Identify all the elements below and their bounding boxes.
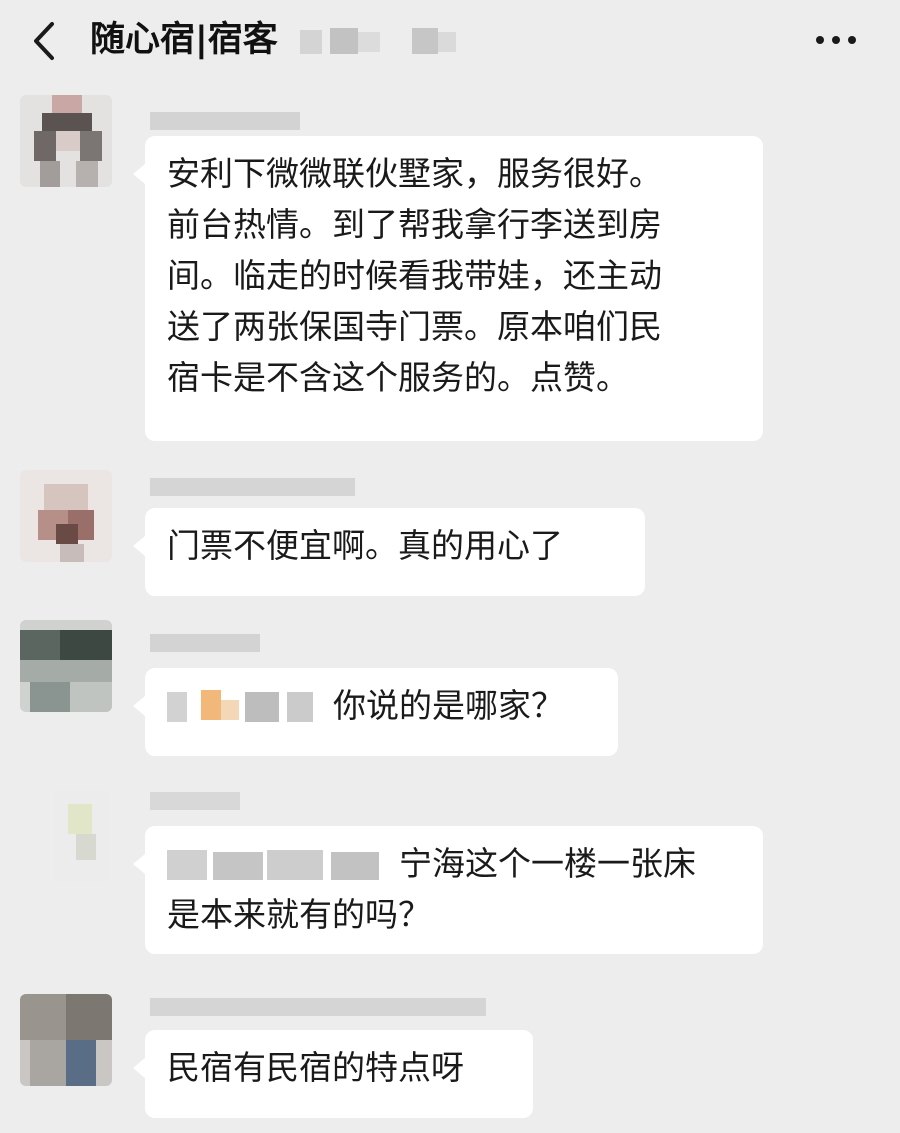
avatar-image bbox=[20, 994, 112, 1086]
chat-title: 随心宿|宿客 bbox=[90, 20, 278, 60]
mention-blurred bbox=[167, 849, 379, 880]
sender-name-blurred bbox=[150, 112, 300, 130]
message-text: 送了两张保国寺门票。原本咱们民 bbox=[167, 307, 662, 346]
avatar-image bbox=[20, 470, 112, 562]
more-dots-icon bbox=[816, 36, 856, 44]
message-text: 前台热情。到了帮我拿行李送到房 bbox=[167, 205, 662, 244]
avatar[interactable] bbox=[20, 470, 112, 562]
avatar[interactable] bbox=[20, 994, 112, 1086]
message-text: 宿卡是不含这个服务的。点赞。 bbox=[167, 358, 629, 397]
avatar-image bbox=[54, 790, 110, 882]
message-text: 宁海这个一楼一张床 bbox=[399, 844, 696, 883]
chat-header: 随心宿|宿客 bbox=[0, 0, 900, 84]
more-button[interactable] bbox=[808, 22, 864, 58]
message-text: 安利下微微联伙墅家，服务很好。 bbox=[167, 154, 662, 193]
message-text: 民宿有民宿的特点呀 bbox=[167, 1048, 464, 1087]
sender-name-blurred bbox=[150, 792, 240, 810]
back-button[interactable] bbox=[28, 16, 62, 66]
avatar-image bbox=[20, 95, 112, 187]
sender-name-blurred bbox=[150, 634, 260, 652]
sender-name-blurred bbox=[150, 478, 355, 496]
sender-name-blurred bbox=[150, 998, 486, 1016]
message-text: 是本来就有的吗？ bbox=[167, 895, 431, 934]
message-text: 你说的是哪家？ bbox=[333, 686, 564, 725]
avatar[interactable] bbox=[20, 620, 112, 712]
message-text: 门票不便宜啊。真的用心了 bbox=[167, 526, 563, 565]
chevron-left-icon bbox=[34, 22, 54, 60]
message-text: 间。临走的时候看我带娃，还主动 bbox=[167, 256, 662, 295]
message-bubble[interactable]: 门票不便宜啊。真的用心了 bbox=[133, 508, 645, 596]
avatar[interactable] bbox=[20, 95, 112, 187]
blurred-title-suffix bbox=[300, 28, 456, 54]
message-bubble[interactable]: 宁海这个一楼一张床 是本来就有的吗？ bbox=[133, 826, 763, 954]
message-bubble[interactable]: 你说的是哪家？ bbox=[133, 668, 618, 756]
message-bubble[interactable]: 安利下微微联伙墅家，服务很好。 前台热情。到了帮我拿行李送到房 间。临走的时候看… bbox=[133, 136, 763, 441]
avatar[interactable] bbox=[54, 790, 110, 882]
avatar-image bbox=[20, 620, 112, 712]
mention-blurred bbox=[167, 689, 313, 722]
message-bubble[interactable]: 民宿有民宿的特点呀 bbox=[133, 1030, 533, 1118]
